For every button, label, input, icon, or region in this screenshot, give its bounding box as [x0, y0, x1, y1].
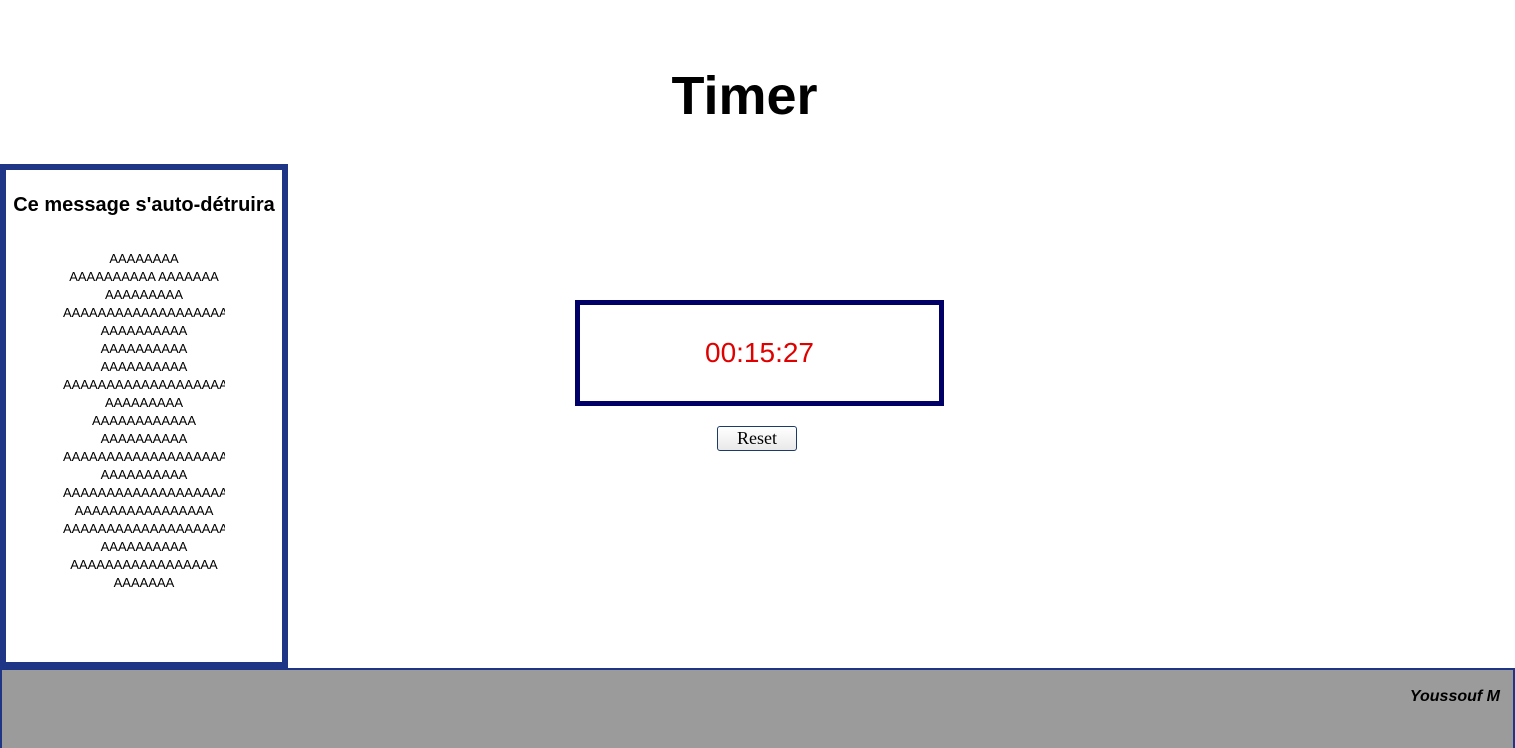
message-line: AAAAAAAAA [104, 287, 184, 302]
message-line: AAAAAAAAAA AAAAAAA [69, 269, 219, 284]
message-panel-title: Ce message s'auto-détruira [13, 194, 275, 216]
message-line: AAAAAAAAAAAAAAAAAAAA [63, 449, 225, 464]
footer: Youssouf M [0, 668, 1515, 748]
message-line: AAAAAAA [113, 575, 175, 590]
message-line: AAAAAAAAAAAAAAAAAAAA [63, 305, 225, 320]
footer-author: Youssouf M [1409, 688, 1500, 705]
message-text: AAAAAAAA AAAAAAAAAA AAAAAAA AAAAAAAAA AAAAA… [63, 250, 225, 592]
message-line: AAAAAAAAAA [100, 431, 188, 446]
message-line: AAAAAAAAAAAAAAAAA [70, 557, 218, 572]
timer-value: 00:15:27 [705, 337, 814, 368]
message-line: AAAAAAAAAA [100, 539, 188, 554]
message-line: AAAAAAAAAAAAAAAAAAAA [63, 377, 225, 392]
message-line: AAAAAAAA [109, 251, 179, 266]
message-line: AAAAAAAAAA [100, 341, 188, 356]
message-line: AAAAAAAAAA [100, 359, 188, 374]
message-line: AAAAAAAAAA [100, 323, 188, 338]
message-line: AAAAAAAAAAAAAAAA [74, 503, 214, 518]
message-line: AAAAAAAAAAAA [91, 413, 197, 428]
timer-display: 00:15:27 [575, 300, 944, 406]
page-title: Timer [671, 66, 818, 126]
message-panel: Ce message s'auto-détruira AAAAAAAA AAAAA… [0, 164, 288, 668]
page: Timer Ce message s'auto-détruira AAAAAAA… [0, 0, 1515, 748]
reset-button[interactable]: Reset [717, 426, 797, 451]
message-line: AAAAAAAAAAAAAAAAAAAA [63, 485, 225, 500]
message-line: AAAAAAAAAAAAAAAAAAAA [63, 521, 225, 536]
message-line: AAAAAAAAA [104, 395, 184, 410]
message-line: AAAAAAAAAA [100, 467, 188, 482]
